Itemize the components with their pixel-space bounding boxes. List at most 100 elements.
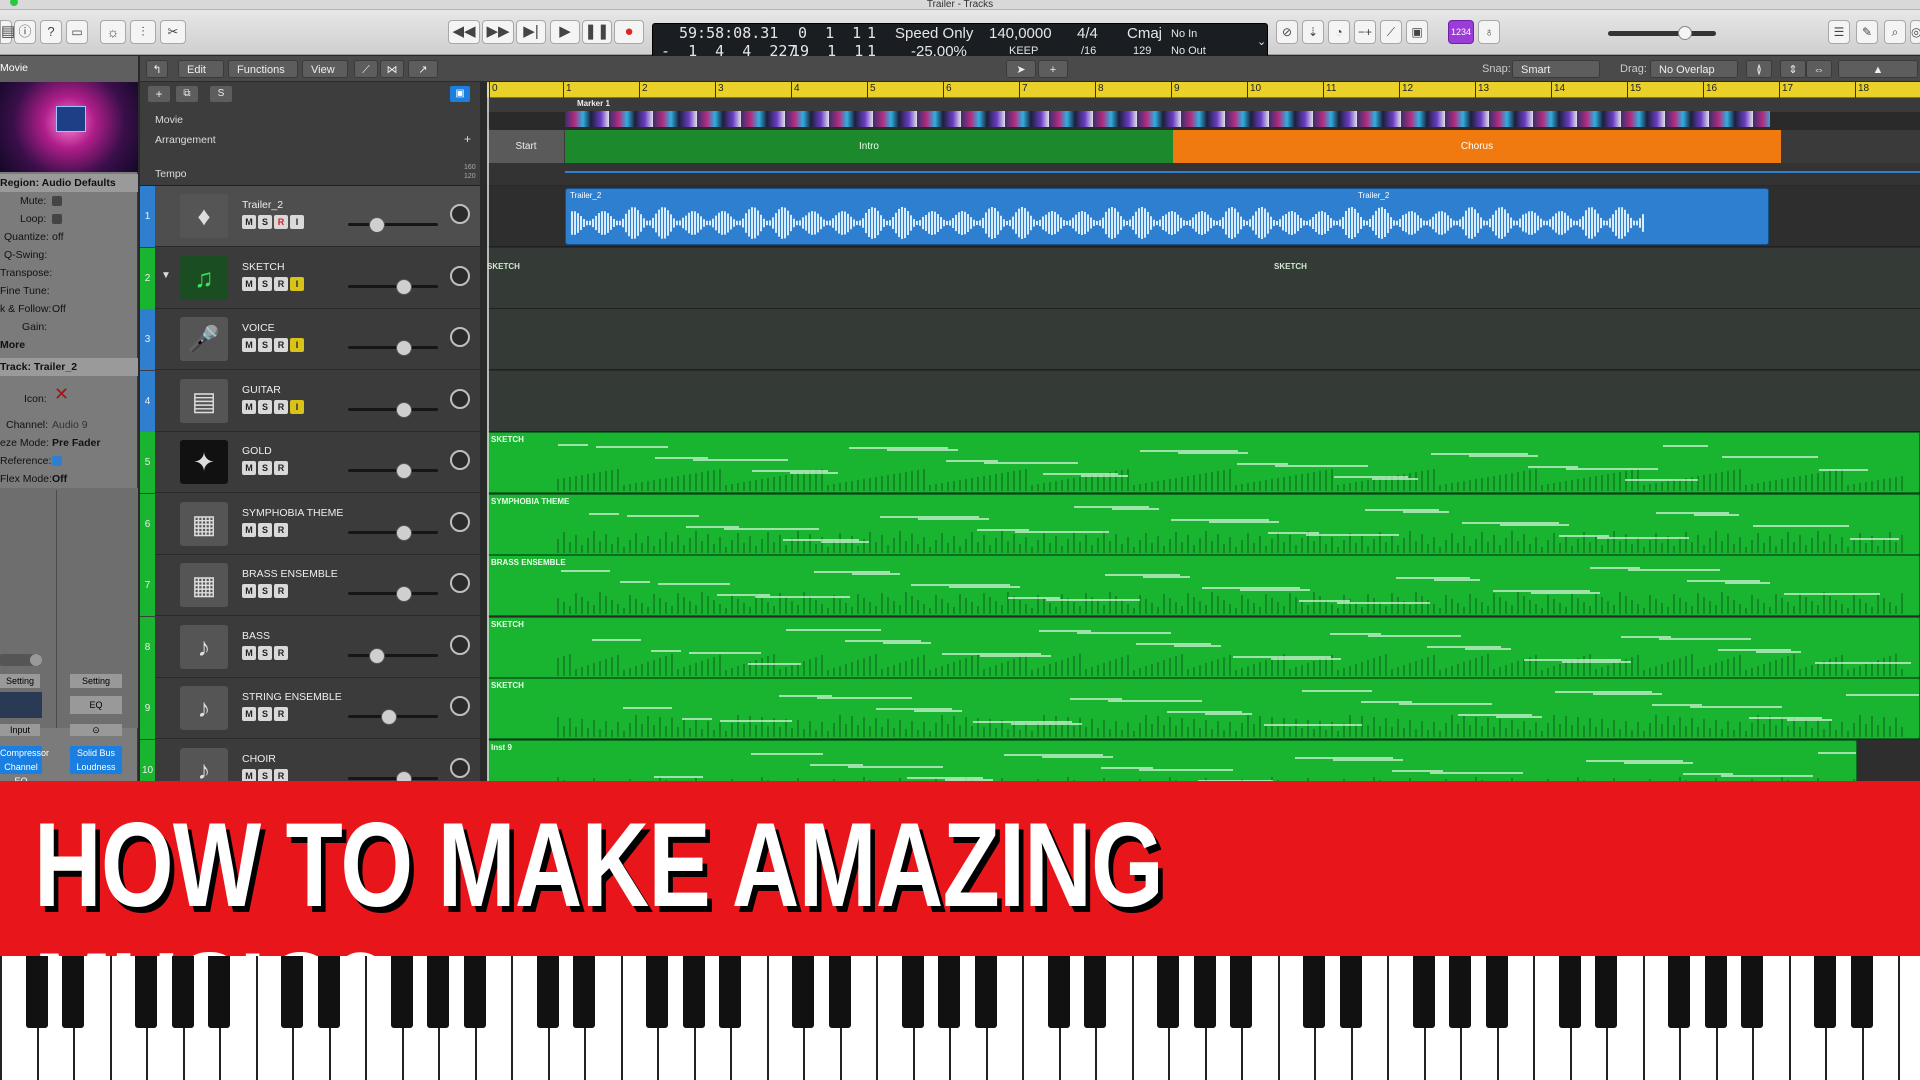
- tuning-fork-button[interactable]: ♁: [1478, 20, 1500, 44]
- piano-black-key[interactable]: [172, 956, 194, 1028]
- toolbar-toggle-button[interactable]: ▭: [66, 20, 88, 44]
- volume-fader[interactable]: [348, 648, 438, 664]
- movie-thumbnail-strip[interactable]: [565, 111, 1770, 127]
- browser-button[interactable]: ⌕: [1884, 20, 1906, 44]
- solo-button[interactable]: S: [258, 338, 272, 352]
- piano-black-key[interactable]: [1413, 956, 1435, 1028]
- quantize-value[interactable]: off: [52, 228, 132, 246]
- quick-help-button[interactable]: ?: [40, 20, 62, 44]
- volume-fader-thumb[interactable]: [396, 402, 412, 418]
- solo-button[interactable]: S: [258, 523, 272, 537]
- movie-thumbnail[interactable]: [0, 82, 138, 172]
- track-lane[interactable]: [487, 309, 1920, 370]
- track-name[interactable]: SKETCH: [242, 261, 285, 273]
- go-to-end-button[interactable]: ▶|: [516, 20, 546, 44]
- freeze-value[interactable]: Pre Fader: [52, 434, 132, 452]
- mute-button[interactable]: M: [242, 584, 256, 598]
- record-enable-button[interactable]: R: [274, 707, 288, 721]
- mute-button[interactable]: M: [242, 277, 256, 291]
- piano-black-key[interactable]: [1668, 956, 1690, 1028]
- piano-black-key[interactable]: [427, 956, 449, 1028]
- marker-1[interactable]: Marker 1: [577, 99, 610, 108]
- track-header[interactable]: 2 ▼ ♫ SKETCH M S R I: [140, 248, 480, 309]
- list-editors-button[interactable]: ☰: [1828, 20, 1850, 44]
- solo-button[interactable]: S: [258, 646, 272, 660]
- add-arrangement-button[interactable]: +: [464, 132, 471, 146]
- reference-checkbox[interactable]: [52, 456, 62, 466]
- follow-value[interactable]: Off: [52, 300, 132, 318]
- track-header[interactable]: 6 ▦ SYMPHOBIA THEME M S R: [140, 494, 480, 555]
- piano-black-key[interactable]: [391, 956, 413, 1028]
- playhead[interactable]: [487, 84, 489, 782]
- eq-thumbnail-1[interactable]: [0, 692, 42, 718]
- solo-button[interactable]: S: [258, 215, 272, 229]
- piano-black-key[interactable]: [1340, 956, 1362, 1028]
- piano-black-key[interactable]: [683, 956, 705, 1028]
- track-icon[interactable]: ♦: [180, 194, 228, 238]
- record-enable-button[interactable]: R: [274, 215, 288, 229]
- link-icon[interactable]: [30, 654, 42, 666]
- piano-black-key[interactable]: [318, 956, 340, 1028]
- piano-black-key[interactable]: [26, 956, 48, 1028]
- view-menu[interactable]: View: [302, 60, 348, 78]
- track-lane[interactable]: Trailer_2 Trailer_2: [487, 186, 1920, 247]
- solo-button[interactable]: S: [258, 461, 272, 475]
- track-icon[interactable]: ♪: [180, 686, 228, 730]
- piano-black-key[interactable]: [281, 956, 303, 1028]
- solo-button[interactable]: S: [258, 584, 272, 598]
- link-button[interactable]: ⊙: [70, 724, 122, 736]
- track-lane[interactable]: SKETCH: [487, 617, 1920, 678]
- record-enable-button[interactable]: R: [274, 338, 288, 352]
- piano-black-key[interactable]: [135, 956, 157, 1028]
- track-icon[interactable]: ▦: [180, 563, 228, 607]
- mute-button[interactable]: M: [242, 523, 256, 537]
- cycle-button[interactable]: ▣: [1406, 20, 1428, 44]
- pan-knob[interactable]: [450, 450, 470, 470]
- disclosure-triangle-icon[interactable]: ▼: [161, 270, 171, 281]
- volume-fader[interactable]: [348, 525, 438, 541]
- track-icon[interactable]: ♫: [180, 256, 228, 300]
- master-volume-slider[interactable]: [1608, 26, 1716, 40]
- record-enable-button[interactable]: R: [274, 277, 288, 291]
- record-enable-button[interactable]: R: [274, 523, 288, 537]
- tempo-curve[interactable]: [565, 171, 1920, 173]
- mute-checkbox[interactable]: [52, 196, 62, 206]
- solo-button[interactable]: S: [258, 400, 272, 414]
- piano-black-key[interactable]: [1595, 956, 1617, 1028]
- track-name[interactable]: Trailer_2: [242, 199, 283, 211]
- record-enable-button[interactable]: R: [274, 400, 288, 414]
- piano-black-key[interactable]: [938, 956, 960, 1028]
- record-enable-button[interactable]: R: [274, 461, 288, 475]
- piano-black-key[interactable]: [208, 956, 230, 1028]
- piano-black-key[interactable]: [829, 956, 851, 1028]
- pan-knob[interactable]: [450, 266, 470, 286]
- eq-button[interactable]: EQ: [70, 696, 122, 714]
- solo-button[interactable]: ◔: [1328, 20, 1350, 44]
- record-enable-button[interactable]: R: [274, 584, 288, 598]
- midi-region[interactable]: SKETCH: [487, 678, 1920, 739]
- piano-black-key[interactable]: [1814, 956, 1836, 1028]
- zoom-slider[interactable]: ▲: [1838, 60, 1918, 78]
- piano-black-key[interactable]: [1705, 956, 1727, 1028]
- editors-button[interactable]: ✂: [160, 20, 186, 44]
- pan-knob[interactable]: [450, 327, 470, 347]
- master-volume-thumb[interactable]: [1678, 26, 1692, 40]
- setting-button-2[interactable]: Setting: [70, 674, 122, 688]
- horizontal-zoom-icon[interactable]: ⇔: [1806, 60, 1832, 78]
- lcd-menu-chevron-icon[interactable]: ⌄: [1257, 36, 1266, 49]
- track-header[interactable]: 3 🎤 VOICE M S R I: [140, 309, 480, 370]
- smart-controls-button[interactable]: ☼: [100, 20, 126, 44]
- mixer-button[interactable]: ⫶: [130, 20, 156, 44]
- input-monitor-button[interactable]: I: [290, 400, 304, 414]
- track-lane[interactable]: SKETCH: [487, 678, 1920, 739]
- mute-button[interactable]: M: [242, 461, 256, 475]
- snap-dropdown[interactable]: Smart: [1512, 60, 1600, 78]
- volume-fader[interactable]: [348, 586, 438, 602]
- edit-menu[interactable]: Edit: [178, 60, 224, 78]
- global-tracks-button[interactable]: ▣: [450, 86, 470, 102]
- piano-black-key[interactable]: [646, 956, 668, 1028]
- play-button[interactable]: ▶: [550, 20, 580, 44]
- track-lane[interactable]: SKETCH SKETCH: [487, 248, 1920, 309]
- pan-knob[interactable]: [450, 635, 470, 655]
- solo-button[interactable]: S: [258, 707, 272, 721]
